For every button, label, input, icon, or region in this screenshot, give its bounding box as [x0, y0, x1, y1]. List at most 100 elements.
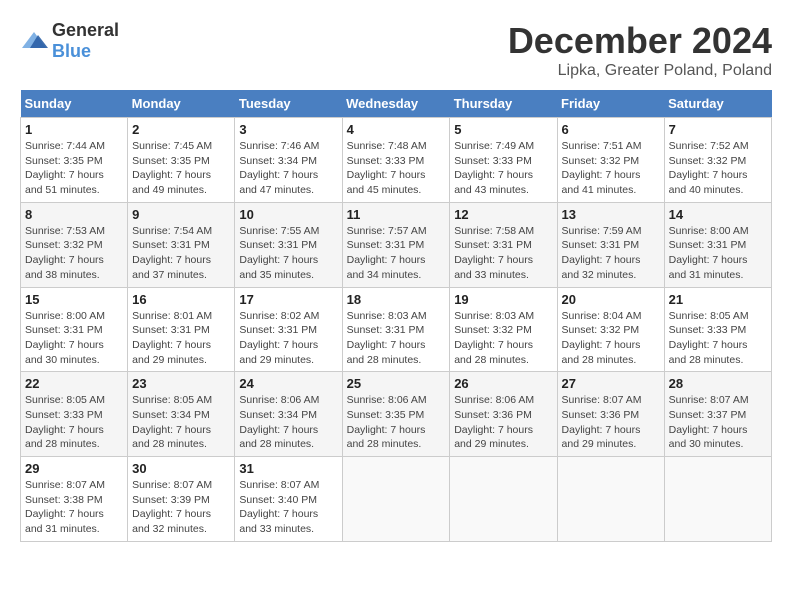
day-info: Sunrise: 8:02 AMSunset: 3:31 PMDaylight:…: [239, 309, 337, 368]
day-info: Sunrise: 8:03 AMSunset: 3:31 PMDaylight:…: [347, 309, 446, 368]
calendar-week-1: 1 Sunrise: 7:44 AMSunset: 3:35 PMDaylight…: [21, 118, 772, 203]
calendar-table: SundayMondayTuesdayWednesdayThursdayFrid…: [20, 90, 772, 542]
calendar-cell: [342, 457, 450, 542]
logo-icon: [20, 30, 48, 52]
day-info: Sunrise: 8:05 AMSunset: 3:33 PMDaylight:…: [669, 309, 767, 368]
calendar-week-4: 22Sunrise: 8:05 AMSunset: 3:33 PMDayligh…: [21, 372, 772, 457]
calendar-cell: 11 Sunrise: 7:57 AMSunset: 3:31 PMDayligh…: [342, 202, 450, 287]
day-info: Sunrise: 8:06 AMSunset: 3:34 PMDaylight:…: [239, 393, 337, 452]
day-info: Sunrise: 8:00 AMSunset: 3:31 PMDaylight:…: [669, 224, 767, 283]
day-number: 19: [454, 292, 552, 307]
column-header-friday: Friday: [557, 90, 664, 118]
day-info: Sunrise: 7:45 AMSunset: 3:35 PMDaylight:…: [132, 139, 230, 198]
day-number: 14: [669, 207, 767, 222]
day-info: Sunrise: 7:58 AMSunset: 3:31 PMDaylight:…: [454, 224, 552, 283]
main-title: December 2024: [508, 20, 772, 62]
column-header-wednesday: Wednesday: [342, 90, 450, 118]
day-number: 26: [454, 376, 552, 391]
logo: General Blue: [20, 20, 119, 62]
day-info: Sunrise: 7:55 AMSunset: 3:31 PMDaylight:…: [239, 224, 337, 283]
day-info: Sunrise: 8:07 AMSunset: 3:36 PMDaylight:…: [562, 393, 660, 452]
day-info: Sunrise: 7:51 AMSunset: 3:32 PMDaylight:…: [562, 139, 660, 198]
calendar-cell: 1 Sunrise: 7:44 AMSunset: 3:35 PMDaylight…: [21, 118, 128, 203]
logo-blue: Blue: [52, 41, 91, 61]
day-number: 8: [25, 207, 123, 222]
day-info: Sunrise: 8:07 AMSunset: 3:38 PMDaylight:…: [25, 478, 123, 537]
calendar-cell: 27 Sunrise: 8:07 AMSunset: 3:36 PMDayligh…: [557, 372, 664, 457]
day-number: 5: [454, 122, 552, 137]
day-number: 4: [347, 122, 446, 137]
day-info: Sunrise: 8:03 AMSunset: 3:32 PMDaylight:…: [454, 309, 552, 368]
day-info: Sunrise: 8:07 AMSunset: 3:37 PMDaylight:…: [669, 393, 767, 452]
calendar-cell: 9 Sunrise: 7:54 AMSunset: 3:31 PMDaylight…: [128, 202, 235, 287]
title-area: December 2024 Lipka, Greater Poland, Pol…: [508, 20, 772, 80]
calendar-cell: 25Sunrise: 8:06 AMSunset: 3:35 PMDayligh…: [342, 372, 450, 457]
day-number: 2: [132, 122, 230, 137]
calendar-cell: 21 Sunrise: 8:05 AMSunset: 3:33 PMDayligh…: [664, 287, 771, 372]
day-info: Sunrise: 7:59 AMSunset: 3:31 PMDaylight:…: [562, 224, 660, 283]
column-header-sunday: Sunday: [21, 90, 128, 118]
day-number: 6: [562, 122, 660, 137]
day-number: 31: [239, 461, 337, 476]
day-info: Sunrise: 7:46 AMSunset: 3:34 PMDaylight:…: [239, 139, 337, 198]
calendar-cell: 5 Sunrise: 7:49 AMSunset: 3:33 PMDaylight…: [450, 118, 557, 203]
calendar-cell: 22Sunrise: 8:05 AMSunset: 3:33 PMDayligh…: [21, 372, 128, 457]
day-number: 17: [239, 292, 337, 307]
calendar-cell: 23 Sunrise: 8:05 AMSunset: 3:34 PMDayligh…: [128, 372, 235, 457]
calendar-cell: 10 Sunrise: 7:55 AMSunset: 3:31 PMDayligh…: [235, 202, 342, 287]
day-info: Sunrise: 8:06 AMSunset: 3:35 PMDaylight:…: [347, 393, 446, 452]
calendar-cell: 30 Sunrise: 8:07 AMSunset: 3:39 PMDayligh…: [128, 457, 235, 542]
day-info: Sunrise: 8:07 AMSunset: 3:40 PMDaylight:…: [239, 478, 337, 537]
day-number: 7: [669, 122, 767, 137]
calendar-header-row: SundayMondayTuesdayWednesdayThursdayFrid…: [21, 90, 772, 118]
calendar-cell: 20Sunrise: 8:04 AMSunset: 3:32 PMDayligh…: [557, 287, 664, 372]
day-info: Sunrise: 8:07 AMSunset: 3:39 PMDaylight:…: [132, 478, 230, 537]
calendar-cell: 8 Sunrise: 7:53 AMSunset: 3:32 PMDaylight…: [21, 202, 128, 287]
calendar-cell: 15Sunrise: 8:00 AMSunset: 3:31 PMDayligh…: [21, 287, 128, 372]
day-number: 30: [132, 461, 230, 476]
calendar-week-2: 8 Sunrise: 7:53 AMSunset: 3:32 PMDaylight…: [21, 202, 772, 287]
calendar-cell: 17 Sunrise: 8:02 AMSunset: 3:31 PMDayligh…: [235, 287, 342, 372]
sub-title: Lipka, Greater Poland, Poland: [508, 62, 772, 80]
calendar-cell: 29 Sunrise: 8:07 AMSunset: 3:38 PMDayligh…: [21, 457, 128, 542]
logo-text: General Blue: [52, 20, 119, 62]
calendar-cell: 18Sunrise: 8:03 AMSunset: 3:31 PMDayligh…: [342, 287, 450, 372]
day-info: Sunrise: 8:01 AMSunset: 3:31 PMDaylight:…: [132, 309, 230, 368]
day-number: 3: [239, 122, 337, 137]
column-header-saturday: Saturday: [664, 90, 771, 118]
day-number: 22: [25, 376, 123, 391]
column-header-monday: Monday: [128, 90, 235, 118]
day-info: Sunrise: 7:53 AMSunset: 3:32 PMDaylight:…: [25, 224, 123, 283]
day-number: 24: [239, 376, 337, 391]
day-info: Sunrise: 7:52 AMSunset: 3:32 PMDaylight:…: [669, 139, 767, 198]
day-number: 21: [669, 292, 767, 307]
day-number: 12: [454, 207, 552, 222]
day-number: 29: [25, 461, 123, 476]
day-number: 1: [25, 122, 123, 137]
day-number: 16: [132, 292, 230, 307]
day-info: Sunrise: 8:00 AMSunset: 3:31 PMDaylight:…: [25, 309, 123, 368]
day-number: 13: [562, 207, 660, 222]
day-number: 20: [562, 292, 660, 307]
day-info: Sunrise: 7:48 AMSunset: 3:33 PMDaylight:…: [347, 139, 446, 198]
day-number: 11: [347, 207, 446, 222]
logo-general: General: [52, 20, 119, 40]
calendar-cell: 26Sunrise: 8:06 AMSunset: 3:36 PMDayligh…: [450, 372, 557, 457]
calendar-cell: 14 Sunrise: 8:00 AMSunset: 3:31 PMDayligh…: [664, 202, 771, 287]
day-info: Sunrise: 7:54 AMSunset: 3:31 PMDaylight:…: [132, 224, 230, 283]
calendar-cell: 6 Sunrise: 7:51 AMSunset: 3:32 PMDaylight…: [557, 118, 664, 203]
day-number: 27: [562, 376, 660, 391]
day-number: 10: [239, 207, 337, 222]
day-info: Sunrise: 8:05 AMSunset: 3:34 PMDaylight:…: [132, 393, 230, 452]
calendar-cell: 2 Sunrise: 7:45 AMSunset: 3:35 PMDaylight…: [128, 118, 235, 203]
day-number: 23: [132, 376, 230, 391]
calendar-cell: 28Sunrise: 8:07 AMSunset: 3:37 PMDayligh…: [664, 372, 771, 457]
day-info: Sunrise: 7:44 AMSunset: 3:35 PMDaylight:…: [25, 139, 123, 198]
calendar-cell: 3 Sunrise: 7:46 AMSunset: 3:34 PMDaylight…: [235, 118, 342, 203]
calendar-cell: [557, 457, 664, 542]
day-info: Sunrise: 7:57 AMSunset: 3:31 PMDaylight:…: [347, 224, 446, 283]
calendar-cell: 7 Sunrise: 7:52 AMSunset: 3:32 PMDaylight…: [664, 118, 771, 203]
calendar-cell: 16 Sunrise: 8:01 AMSunset: 3:31 PMDayligh…: [128, 287, 235, 372]
day-info: Sunrise: 7:49 AMSunset: 3:33 PMDaylight:…: [454, 139, 552, 198]
day-number: 9: [132, 207, 230, 222]
